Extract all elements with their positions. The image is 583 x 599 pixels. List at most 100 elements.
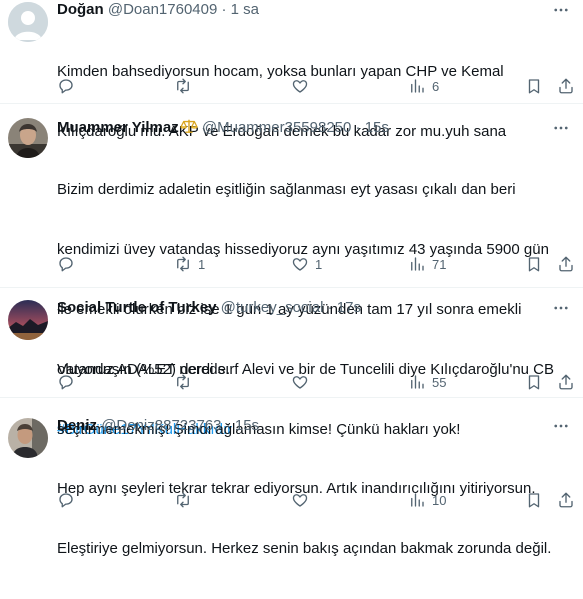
more-options-button[interactable] [551,298,571,318]
bookmark-icon [528,257,540,272]
reply-icon [59,257,73,272]
share-icon [559,374,573,390]
tweet[interactable]: Social Turtle of Turkey @turkey_social ·… [0,288,583,438]
bookmark-button[interactable] [525,372,543,392]
heart-icon [292,494,308,507]
user-photo-icon [8,418,48,458]
more-horizontal-icon [554,306,568,310]
reply-button[interactable] [57,76,81,96]
like-button[interactable] [291,372,315,392]
reply-icon [59,79,73,94]
heart-icon [292,80,308,93]
tweet-text-line: Eleştiriye gelmiyorsun. Herkez senin bak… [57,540,552,557]
share-icon [559,256,573,272]
tweet[interactable]: Doğan @Doan1760409 · 1 sa Kimden bahsedi… [0,0,583,140]
views-button[interactable]: 6 [408,76,439,96]
retweet-icon [177,492,189,508]
bookmark-icon [528,493,540,508]
avatar[interactable] [8,118,48,158]
more-horizontal-icon [554,8,568,12]
timestamp[interactable]: 17s [337,299,361,316]
tweet-header: Deniz @Deniz88723763 · 15s [57,416,539,436]
more-options-button[interactable] [551,118,571,138]
author-handle[interactable]: @Muammer35598250 [202,119,351,136]
retweet-icon [177,78,189,94]
tweet-actions: 6 [0,76,583,96]
reply-icon [59,493,73,508]
reply-button[interactable] [57,254,81,274]
bookmark-icon [528,79,540,94]
author-name[interactable]: Social Turtle of Turkey [57,299,216,316]
separator-dot: · [225,417,231,434]
tweet-actions: 1 1 71 [0,254,583,274]
author-handle[interactable]: @Deniz88723763 [101,417,221,434]
more-horizontal-icon [554,126,568,130]
share-button[interactable] [557,372,575,392]
separator-dot: · [221,1,227,18]
views-chart-icon [411,493,424,507]
tweet-header: Social Turtle of Turkey @turkey_social ·… [57,298,539,318]
views-count: 55 [432,374,447,390]
user-photo-icon [8,118,48,158]
tweet-header: Muammer Yilmaz @Muammer35598250 · 15s [57,118,539,138]
avatar[interactable] [8,418,48,458]
tweet-text-line: Bizim derdimiz adaletin eşitliğin sağlan… [57,181,516,198]
retweet-count: 1 [198,256,206,272]
scales-emoji-icon [180,118,198,138]
tweet-header: Doğan @Doan1760409 · 1 sa [57,0,539,20]
share-button[interactable] [557,254,575,274]
tweet-text: Hep aynı şeyleri tekrar tekrar ediyorsun… [57,439,567,599]
retweet-button[interactable]: 1 [174,254,205,274]
timestamp[interactable]: 15s [365,119,389,136]
heart-icon [292,258,308,271]
bookmark-icon [528,375,540,390]
share-button[interactable] [557,76,575,96]
reply-button[interactable] [57,490,81,510]
views-button[interactable]: 55 [408,372,446,392]
timestamp[interactable]: 15s [235,417,259,434]
separator-dot: · [355,119,361,136]
like-count: 1 [315,256,323,272]
author-name[interactable]: Muammer Yilmaz [57,119,179,136]
share-icon [559,492,573,508]
tweet-actions: 55 [0,372,583,392]
views-chart-icon [411,375,424,389]
more-horizontal-icon [554,424,568,428]
bookmark-button[interactable] [525,76,543,96]
more-options-button[interactable] [551,0,571,20]
bookmark-button[interactable] [525,490,543,510]
bookmark-button[interactable] [525,254,543,274]
like-button[interactable] [291,76,315,96]
retweet-button[interactable] [174,372,198,392]
tweet[interactable]: Muammer Yilmaz @Muammer35598250 · 15s Bi… [0,104,583,438]
views-chart-icon [411,79,424,93]
tweet-actions: 10 [0,490,583,510]
sunset-landscape-icon [8,300,48,340]
reply-button[interactable] [57,372,81,392]
heart-icon [292,376,308,389]
more-options-button[interactable] [551,416,571,436]
author-handle[interactable]: @Doan1760409 [108,1,217,18]
retweet-button[interactable] [174,76,198,96]
views-count: 10 [432,492,447,508]
tweet[interactable]: Deniz @Deniz88723763 · 15s Hep aynı şeyl… [0,398,583,557]
avatar[interactable] [8,2,48,42]
author-name[interactable]: Deniz [57,417,97,434]
views-count: 71 [432,256,447,272]
separator-dot: · [327,299,333,316]
default-avatar-icon [8,2,48,42]
views-button[interactable]: 71 [408,254,446,274]
reply-icon [59,375,73,390]
retweet-button[interactable] [174,490,198,510]
like-button[interactable]: 1 [291,254,322,274]
views-chart-icon [411,257,424,271]
views-button[interactable]: 10 [408,490,446,510]
author-handle[interactable]: @turkey_social [221,299,324,316]
avatar[interactable] [8,300,48,340]
author-name[interactable]: Doğan [57,1,104,18]
timestamp[interactable]: 1 sa [231,1,259,18]
share-icon [559,78,573,94]
retweet-icon [177,374,189,390]
like-button[interactable] [291,490,315,510]
share-button[interactable] [557,490,575,510]
